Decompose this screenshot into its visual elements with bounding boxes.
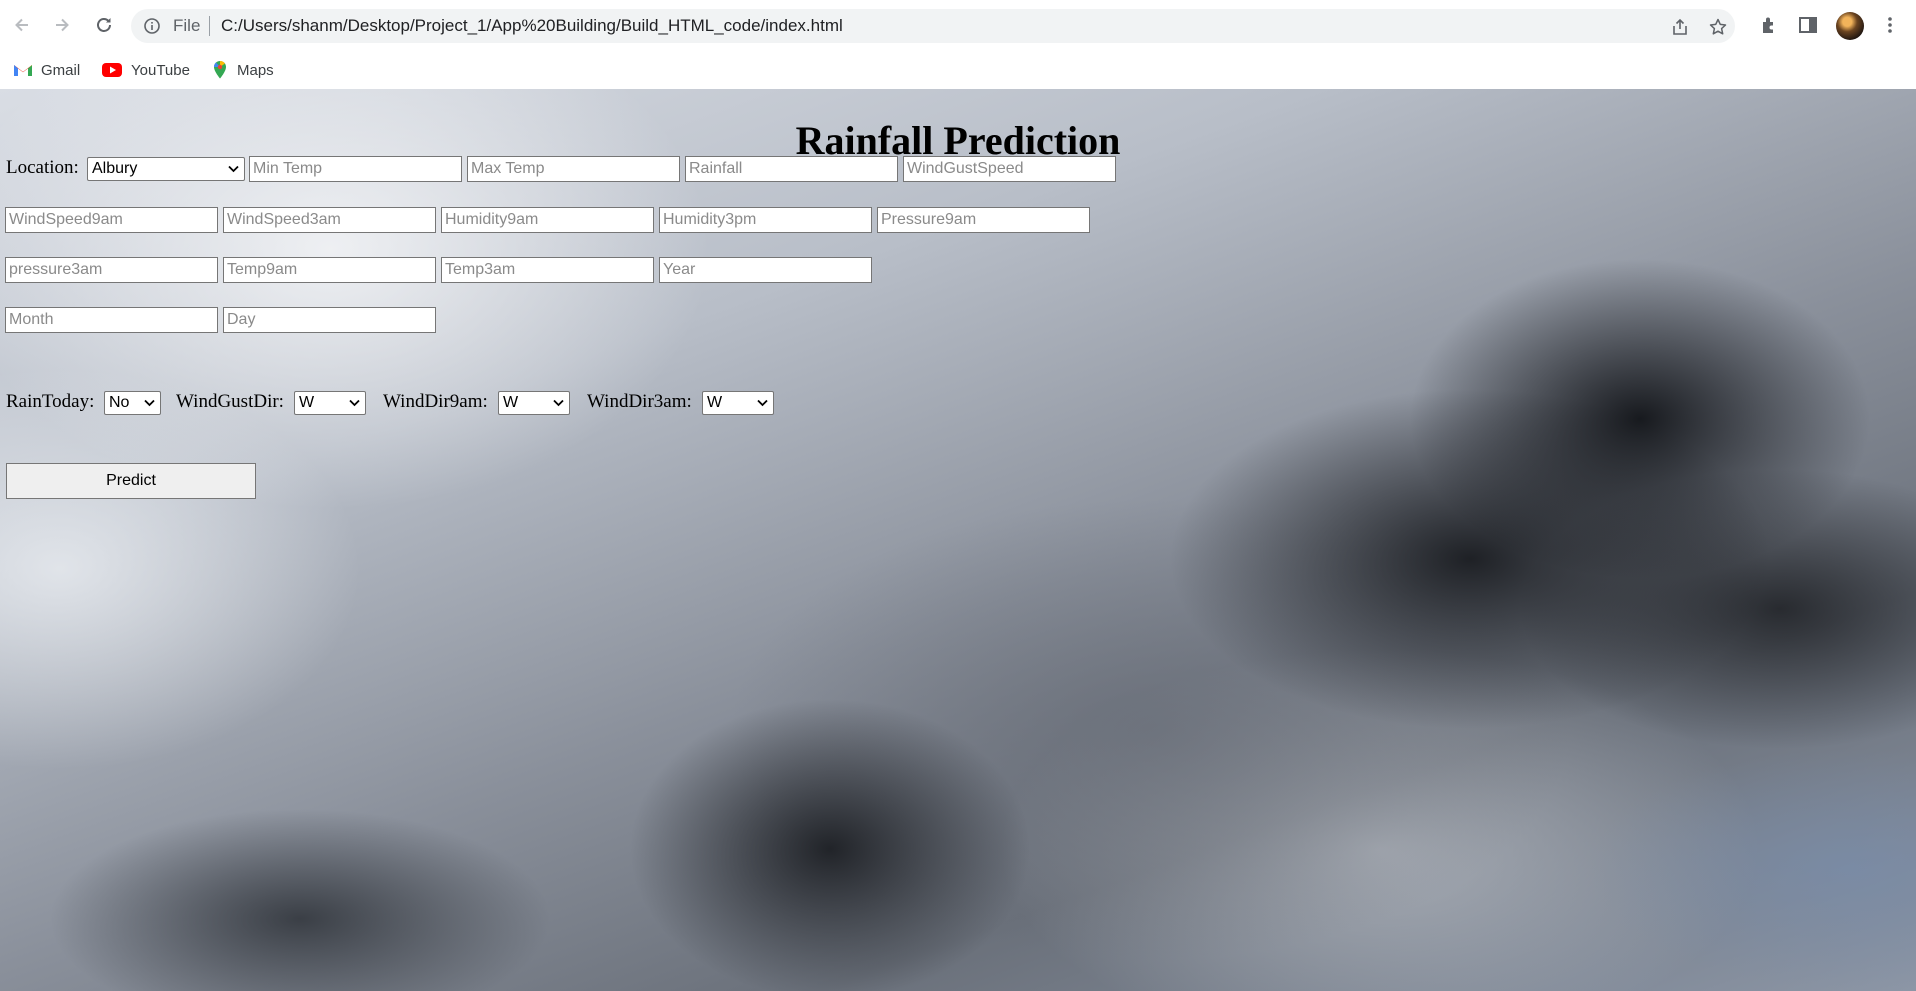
wind-speed-3am-input[interactable] [223, 207, 436, 233]
star-icon[interactable] [1708, 17, 1728, 37]
pressure-3am-input[interactable] [5, 257, 218, 283]
humidity-9am-input[interactable] [441, 207, 654, 233]
bookmarks-bar: Gmail YouTube Maps [0, 52, 1916, 90]
bookmark-label: Maps [237, 61, 274, 79]
wind-gust-dir-value: W [299, 394, 315, 411]
rain-today-select[interactable]: No [104, 391, 161, 415]
back-icon[interactable] [10, 13, 34, 37]
temp-3am-input[interactable] [441, 257, 654, 283]
wind-dir-9am-value: W [503, 394, 519, 411]
profile-avatar[interactable] [1836, 12, 1864, 40]
bookmark-label: Gmail [41, 61, 81, 79]
youtube-icon [102, 63, 122, 77]
bookmark-youtube[interactable]: YouTube [101, 58, 190, 82]
location-select[interactable]: Albury [87, 157, 245, 181]
chevron-down-icon [553, 399, 564, 407]
reload-icon[interactable] [92, 13, 116, 37]
wind-dir-9am-select[interactable]: W [498, 391, 570, 415]
rain-today-value: No [109, 394, 130, 411]
pressure-9am-input[interactable] [877, 207, 1090, 233]
url-scheme-label: File [173, 16, 201, 35]
rain-today-label: RainToday: [6, 391, 95, 412]
wind-dir-9am-label: WindDir9am: [383, 391, 488, 412]
gmail-icon [14, 65, 32, 76]
menu-icon[interactable] [1879, 14, 1901, 36]
info-icon[interactable] [143, 17, 161, 35]
predict-button[interactable]: Predict [6, 463, 256, 499]
humidity-3pm-input[interactable] [659, 207, 872, 233]
forward-icon[interactable] [50, 13, 74, 37]
max-temp-input[interactable] [467, 156, 680, 182]
url-text[interactable]: C:/Users/shanm/Desktop/Project_1/App%20B… [221, 16, 843, 36]
chevron-down-icon [349, 399, 360, 407]
bookmark-label: YouTube [131, 61, 190, 79]
year-input[interactable] [659, 257, 872, 283]
maps-icon [213, 60, 226, 79]
wind-gust-dir-select[interactable]: W [294, 391, 366, 415]
wind-gust-dir-label: WindGustDir: [176, 391, 284, 412]
day-input[interactable] [223, 307, 436, 333]
browser-toolbar: File C:/Users/shanm/Desktop/Project_1/Ap… [0, 0, 1916, 52]
min-temp-input[interactable] [249, 156, 462, 182]
location-label: Location: [6, 157, 79, 178]
extensions-icon[interactable] [1758, 14, 1780, 36]
wind-dir-3am-label: WindDir3am: [587, 391, 692, 412]
location-value: Albury [92, 160, 138, 177]
wind-dir-3am-value: W [707, 394, 723, 411]
page-background: Rainfall Prediction Location: Albury Rai… [0, 89, 1916, 991]
address-bar[interactable]: File C:/Users/shanm/Desktop/Project_1/Ap… [131, 9, 1735, 43]
bookmark-maps[interactable]: Maps [211, 58, 274, 82]
url-separator [209, 16, 210, 36]
bookmark-gmail[interactable]: Gmail [13, 58, 80, 82]
temp-9am-input[interactable] [223, 257, 436, 283]
chevron-down-icon [144, 399, 155, 407]
side-panel-icon[interactable] [1797, 14, 1819, 36]
chevron-down-icon [228, 165, 239, 173]
wind-speed-9am-input[interactable] [5, 207, 218, 233]
share-icon[interactable] [1670, 17, 1690, 37]
chevron-down-icon [757, 399, 768, 407]
wind-dir-3am-select[interactable]: W [702, 391, 774, 415]
wind-gust-speed-input[interactable] [903, 156, 1116, 182]
rainfall-input[interactable] [685, 156, 898, 182]
month-input[interactable] [5, 307, 218, 333]
